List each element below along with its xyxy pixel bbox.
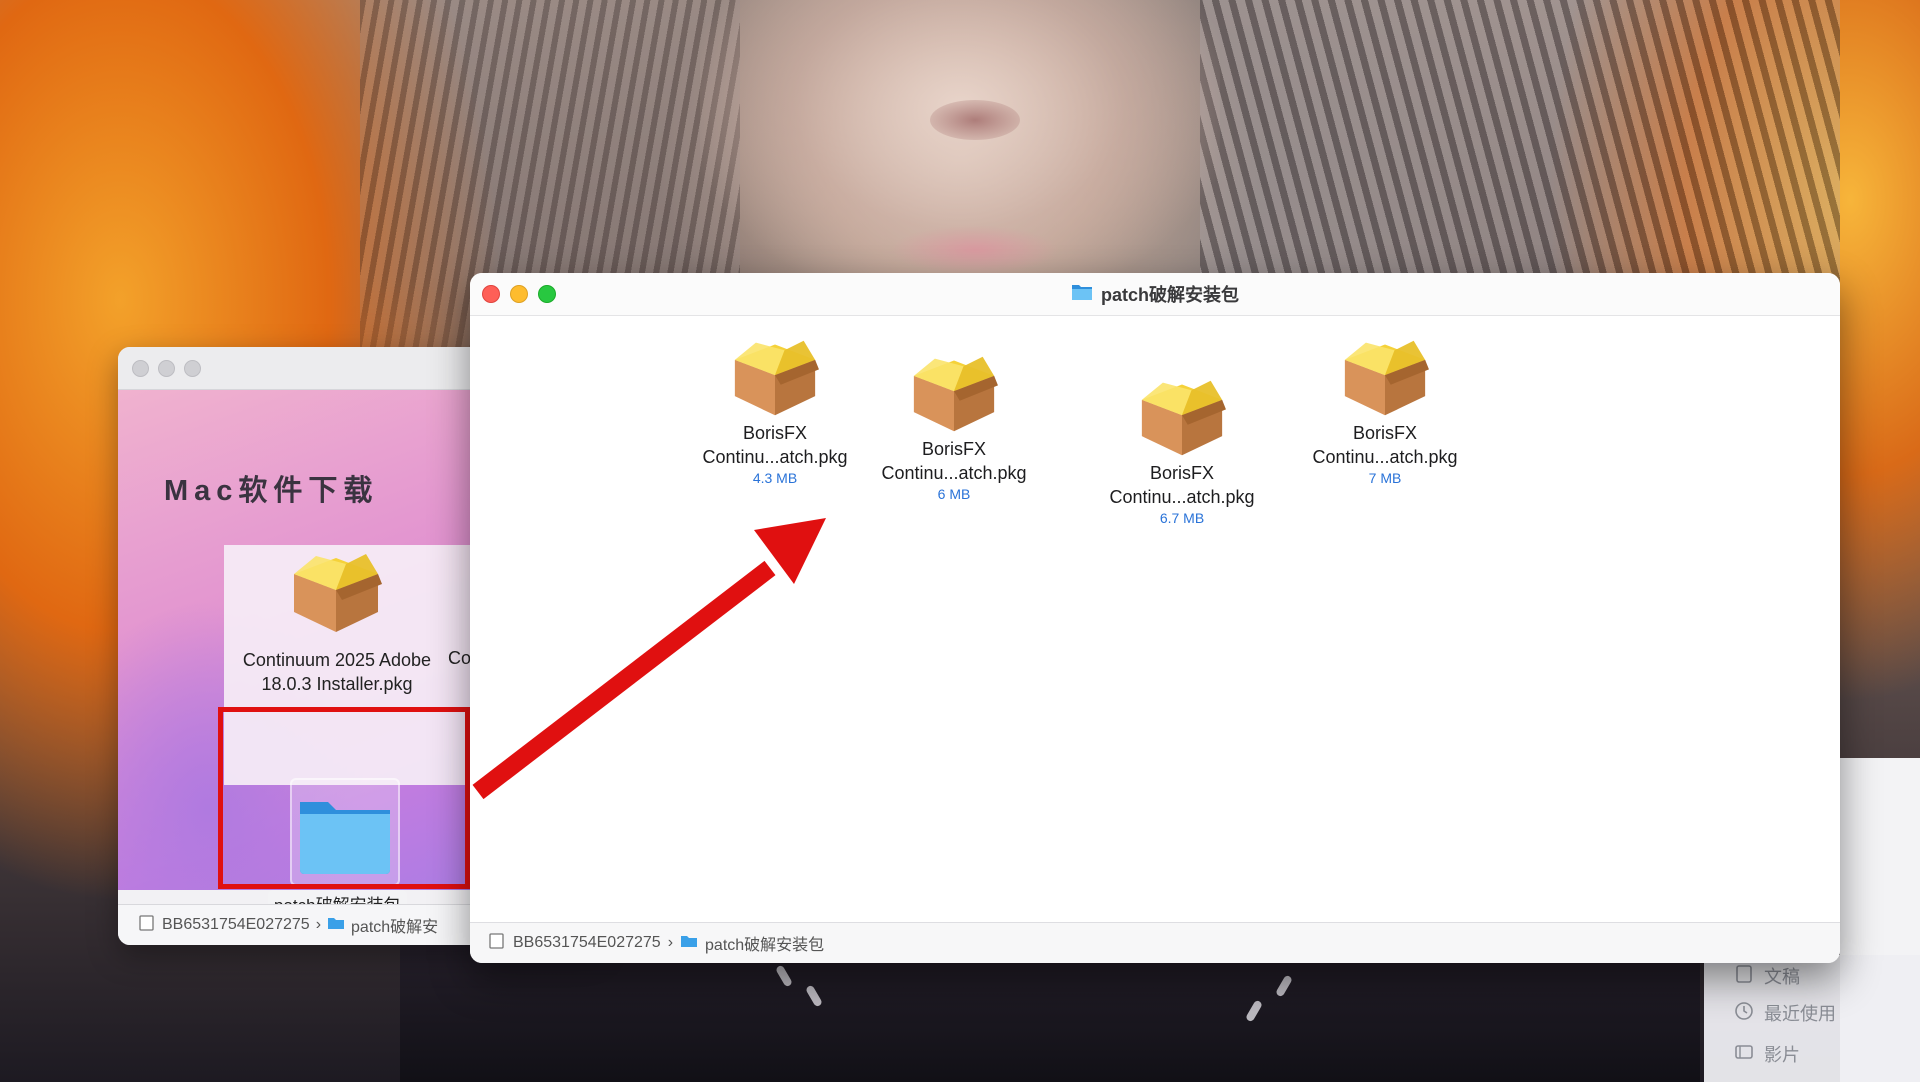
arrow-shaft [472,560,776,800]
red-arrow-annotation [472,518,826,800]
